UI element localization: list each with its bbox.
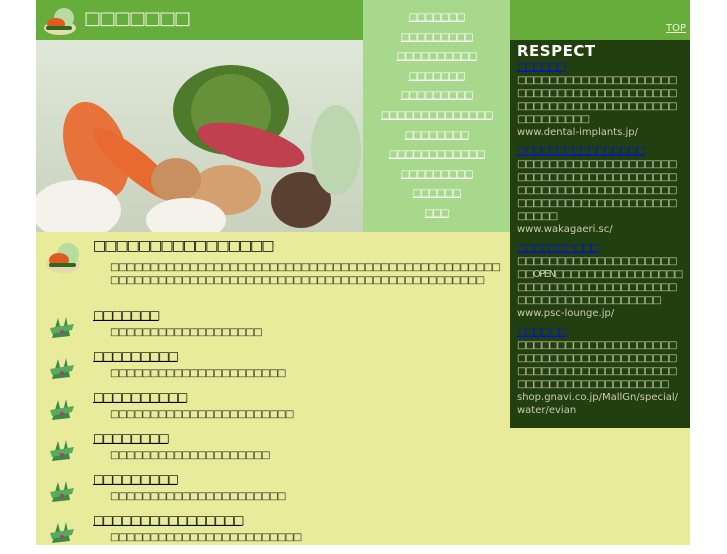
respect-text: □□□□□□□□□□□□□□□□□□□□□□□□□□□□□□□□□□□□□□□□…: [517, 75, 677, 125]
respect-text: □□□□□□□□□□□□□□□□□□□□□□OPEN□□□□□□□□□□□□□□…: [517, 256, 683, 306]
item-desc: □□□□□□□□□□□□□□□□□□□: [110, 327, 263, 338]
respect-link[interactable]: □□□□□□□ □□□: [517, 242, 683, 255]
list-item: □□□□□□□ □□□□□□□□□□□□□□□□□□□: [36, 308, 506, 349]
respect-url: www.psc-lounge.jp/: [517, 308, 615, 319]
greens-icon: [50, 481, 74, 502]
section-title: □□□□□□□□□□□□□□□□: [93, 238, 275, 254]
item-title[interactable]: □□□□□□□□□: [93, 349, 179, 363]
item-desc: □□□□□□□□□□□□□□□□□□□□□□: [110, 491, 286, 502]
item-desc: □□□□□□□□□□□□□□□□□□□□: [110, 450, 270, 461]
nav-item[interactable]: □□□□□□: [363, 188, 510, 208]
respect-item: □□□□□□□□□□□□□□□□□□□□□□□□□□□□□□□□□□□□□□□□…: [517, 61, 683, 139]
nav-item[interactable]: □□□□□□□: [363, 71, 510, 91]
respect-link[interactable]: □□□□□□□□□□□□□□□□: [517, 145, 683, 158]
respect-link[interactable]: □□□□ □□: [517, 326, 683, 339]
greens-icon: [50, 399, 74, 420]
respect-url: shop.gnavi.co.jp/MallGn/special/water/ev…: [517, 392, 679, 416]
respect-sidebar: RESPECT □□□□□□ □□□□□□□□□□□□□□□□□□□□□□□□□□…: [510, 40, 690, 428]
nav-item[interactable]: □□□□□□□□□□□□: [363, 149, 510, 169]
item-desc: □□□□□□□□□□□□□□□□□□□□□□: [110, 368, 286, 379]
respect-title: RESPECT: [517, 42, 596, 60]
list-item: □□□□□□□□□ □□□□□□□□□□□□□□□□□□□□□□: [36, 349, 506, 390]
list-item: □□□□□□□□□□ □□□□□□□□□□□□□□□□□□□□□□□: [36, 390, 506, 431]
nav-item[interactable]: □□□: [363, 208, 510, 228]
vegetables-photo: [36, 40, 363, 232]
site-title[interactable]: □□□□□□□: [84, 8, 191, 29]
vegetable-bowl-logo-icon: [44, 8, 76, 35]
item-desc: □□□□□□□□□□□□□□□□□□□□□□□□: [110, 532, 302, 543]
respect-text: □□□□□□□□□□□□□□□□□□□□□□□□□□□□□□□□□□□□□□□□…: [517, 340, 677, 390]
greens-icon: [50, 522, 74, 543]
greens-icon: [50, 317, 74, 338]
item-title[interactable]: □□□□□□□: [93, 308, 160, 322]
respect-item: □□□□□□□ □□□ □□□□□□□□□□□□□□□□□□□□□□OPEN□□□…: [517, 242, 683, 320]
nav-item[interactable]: □□□□□□□: [363, 12, 510, 32]
respect-url: www.dental-implants.jp/: [517, 127, 638, 138]
top-link[interactable]: TOP: [666, 23, 686, 34]
respect-item: □□□□□□□□□□□□□□□□□□□□□□□□□□□□□□□□□□□□□□□□…: [517, 145, 683, 236]
site-header: □□□□□□□: [36, 0, 363, 40]
nav-item[interactable]: □□□□□□□□□: [363, 169, 510, 189]
item-title[interactable]: □□□□□□□□: [93, 431, 170, 445]
respect-item: □□□□ □□ □□□□□□□□□□□□□□□□□□□□□□□□□□□□□□□□□…: [517, 326, 683, 417]
vegetable-bowl-icon: [46, 243, 80, 273]
greens-icon: [50, 440, 74, 461]
nav-item[interactable]: □□□□□□□□: [363, 130, 510, 150]
greens-icon: [50, 358, 74, 379]
respect-text: □□□□□□□□□□□□□□□□□□□□□□□□□□□□□□□□□□□□□□□□…: [517, 159, 677, 222]
respect-link[interactable]: □□□□□□: [517, 61, 683, 74]
nav-item[interactable]: □□□□□□□□□□: [363, 51, 510, 71]
item-title[interactable]: □□□□□□□□□□□□□□□□: [93, 513, 244, 527]
item-desc: □□□□□□□□□□□□□□□□□□□□□□□: [110, 409, 294, 420]
item-title[interactable]: □□□□□□□□□□: [93, 390, 188, 404]
main-nav: □□□□□□□ □□□□□□□□□ □□□□□□□□□□ □□□□□□□ □□□…: [363, 0, 510, 232]
nav-item[interactable]: □□□□□□□□□: [363, 32, 510, 52]
item-title[interactable]: □□□□□□□□□: [93, 472, 179, 486]
nav-item[interactable]: □□□□□□□□□: [363, 90, 510, 110]
list-item: □□□□□□□□□□□□□□□□ □□□□□□□□□□□□□□□□□□□□□□□□: [36, 513, 506, 554]
list-item: □□□□□□□□ □□□□□□□□□□□□□□□□□□□□: [36, 431, 506, 472]
intro-text: □□□□□□□□□□□□□□□□□□□□□□□□□□□□□□□□□□□□□□□□…: [110, 262, 501, 286]
top-bar: TOP: [510, 0, 690, 40]
respect-url: www.wakagaeri.sc/: [517, 224, 613, 235]
nav-item[interactable]: □□□□□□□□□□□□□□: [363, 110, 510, 130]
list-item: □□□□□□□□□ □□□□□□□□□□□□□□□□□□□□□□: [36, 472, 506, 513]
